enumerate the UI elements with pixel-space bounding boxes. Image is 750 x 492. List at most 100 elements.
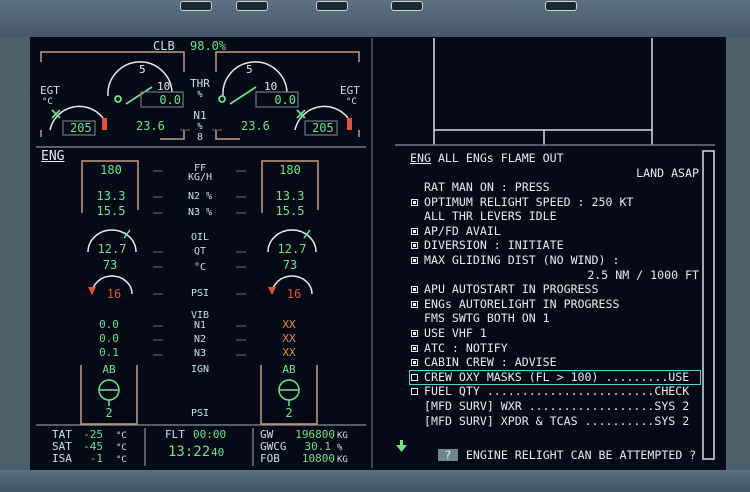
n1-value-2: 23.6	[241, 119, 270, 133]
checklist-item-text: AP/FD AVAIL	[424, 223, 501, 238]
query-text: ENGINE RELIGHT CAN BE ATTEMPTED ?	[465, 448, 697, 462]
n3-value-2: 15.5	[275, 204, 305, 218]
checklist-item[interactable]: MAX GLIDING DIST (NO WIND) :	[410, 254, 619, 267]
clock: 13:22	[168, 444, 211, 460]
query-icon[interactable]: ?	[437, 449, 458, 461]
n2-value-2: 13.3	[275, 189, 305, 203]
n2-label: N2 %	[187, 191, 213, 202]
isa-value: -1	[89, 452, 103, 465]
gw-unit: KG	[337, 431, 348, 441]
egt-value-2: 205	[312, 121, 334, 135]
oil-psi-value-2: 16	[286, 287, 302, 301]
checked-box-icon[interactable]	[411, 257, 418, 264]
ecam-advisory: LAND ASAP	[636, 166, 699, 180]
thr-value-1: 0.0	[159, 93, 181, 107]
checklist-item-text: ENGs AUTORELIGHT IN PROGRESS	[424, 296, 620, 311]
ff-unit: KG/H	[187, 172, 213, 183]
ecam-title-system: ENG	[410, 151, 431, 165]
ign-valves	[98, 379, 300, 406]
checked-box-icon[interactable]	[411, 359, 418, 367]
n1-eng-number: 8	[196, 132, 204, 143]
checklist-item: [MFD SURV] XPDR & TCAS ..........SYS 2	[410, 413, 690, 428]
checklist-item-text: APU AUTOSTART IN PROGRESS	[424, 282, 599, 297]
vib-n1-value-1: 0.0	[99, 318, 119, 331]
checklist-item[interactable]: OPTIMUM RELIGHT SPEED : 250 KT	[410, 194, 634, 209]
checked-box-icon[interactable]	[411, 286, 418, 294]
egt-unit-1: °C	[42, 97, 53, 107]
egt-unit-2: °C	[346, 97, 357, 107]
checklist-item-text: CABIN CREW : ADVISE	[424, 355, 557, 370]
checklist-item: ALL THR LEVERS IDLE	[410, 210, 557, 223]
gwcg-unit: %	[337, 443, 343, 453]
vib-n1-value-2: XX	[282, 318, 296, 331]
oil-psi-label: PSI	[190, 288, 210, 299]
ecam-scrollbar[interactable]	[702, 150, 715, 460]
oil-temp-value-1: 73	[102, 258, 118, 272]
checklist-item-text: [MFD SURV] WXR ..................SYS 2	[424, 399, 690, 413]
blank-spacer	[411, 184, 418, 191]
checklist-item[interactable]: DIVERSION : INITIATE	[410, 239, 564, 252]
n3-value-1: 15.5	[96, 204, 126, 218]
oil-psi-value-1: 16	[106, 287, 122, 301]
ign-value-2: AB	[282, 363, 296, 376]
fob-value: 10800	[301, 452, 335, 465]
checklist-item-text: USE VHF 1	[424, 326, 487, 340]
thr-unit: %	[197, 90, 203, 100]
vib-n2-label: N2	[193, 334, 207, 345]
egt-limit-marker-1	[102, 118, 107, 130]
n1-needle-1	[125, 86, 153, 105]
blank-spacer	[411, 403, 418, 410]
oil-label: OIL	[190, 232, 210, 243]
vib-n3-value-1: 0.1	[99, 346, 119, 359]
ecam-query[interactable]: ? ENGINE RELIGHT CAN BE ATTEMPTED ?	[410, 436, 696, 475]
ign-value-1: AB	[102, 363, 116, 376]
checklist-item: [MFD SURV] WXR ..................SYS 2	[410, 400, 689, 413]
ign-psi-value-2: 2	[285, 406, 293, 420]
n1-scale-5: 5	[246, 63, 253, 76]
vib-n2-value-1: 0.0	[99, 332, 119, 345]
checklist-item-text: ALL THR LEVERS IDLE	[424, 209, 557, 224]
checklist-item-text: OPTIMUM RELIGHT SPEED : 250 KT	[424, 194, 634, 209]
checklist-item-text: FMS SWTG BOTH ON 1	[424, 311, 550, 326]
checklist-item[interactable]: CABIN CREW : ADVISE	[410, 356, 557, 369]
ff-value-2: 180	[279, 163, 301, 177]
checklist-item-text: MAX GLIDING DIST (NO WIND) :	[424, 253, 620, 267]
checked-box-icon[interactable]	[411, 227, 418, 235]
checked-box-icon[interactable]	[411, 242, 418, 250]
checkbox-icon[interactable]	[411, 373, 418, 381]
checklist-item[interactable]: USE VHF 1	[410, 327, 487, 340]
flt-label: FLT	[165, 428, 185, 441]
checklist-item[interactable]: AP/FD AVAIL	[410, 223, 501, 238]
oil-qt-value-2: 12.7	[277, 242, 307, 256]
checklist-item[interactable]: ATC : NOTIFY	[410, 341, 508, 355]
n1-scale-10: 10	[157, 80, 171, 93]
checkbox-icon[interactable]	[411, 388, 418, 396]
checklist-item-text: DIVERSION : INITIATE	[424, 238, 564, 253]
checked-box-icon[interactable]	[411, 300, 418, 308]
n1-needle-2	[229, 86, 257, 105]
checked-box-icon[interactable]	[411, 344, 418, 352]
checklist-item[interactable]: CREW OXY MASKS (FL > 100) .........USE	[409, 369, 701, 385]
checklist-item[interactable]: ENGs AUTORELIGHT IN PROGRESS	[410, 296, 620, 311]
tat-unit: °C	[116, 431, 127, 441]
ff-value-1: 180	[100, 163, 122, 177]
blank-spacer	[411, 315, 418, 322]
checklist-item: 2.5 NM / 1000 FT	[587, 268, 699, 282]
isa-label: ISA	[52, 452, 72, 465]
eng-page-title[interactable]: ENG	[41, 150, 64, 163]
checklist-item[interactable]: APU AUTOSTART IN PROGRESS	[410, 283, 599, 296]
flt-time: 00:00	[193, 428, 227, 441]
checked-box-icon[interactable]	[411, 330, 418, 337]
egt-limit-marker-2	[347, 118, 352, 130]
checked-box-icon[interactable]	[411, 198, 418, 206]
ign-psi-label: PSI	[190, 408, 210, 419]
checklist-item-text: [MFD SURV] XPDR & TCAS ..........SYS 2	[424, 413, 690, 428]
oil-temp-value-2: 73	[282, 258, 298, 272]
n2-value-1: 13.3	[96, 189, 126, 203]
thrust-limit: 98.0%	[190, 39, 227, 53]
vib-n3-label: N3	[193, 348, 207, 359]
vib-n3-value-2: XX	[282, 346, 296, 359]
checklist-item[interactable]: FUEL QTY ........................CHECK	[410, 385, 689, 398]
oil-qt-value-1: 12.7	[97, 242, 127, 256]
thrust-mode: CLB	[153, 39, 175, 53]
